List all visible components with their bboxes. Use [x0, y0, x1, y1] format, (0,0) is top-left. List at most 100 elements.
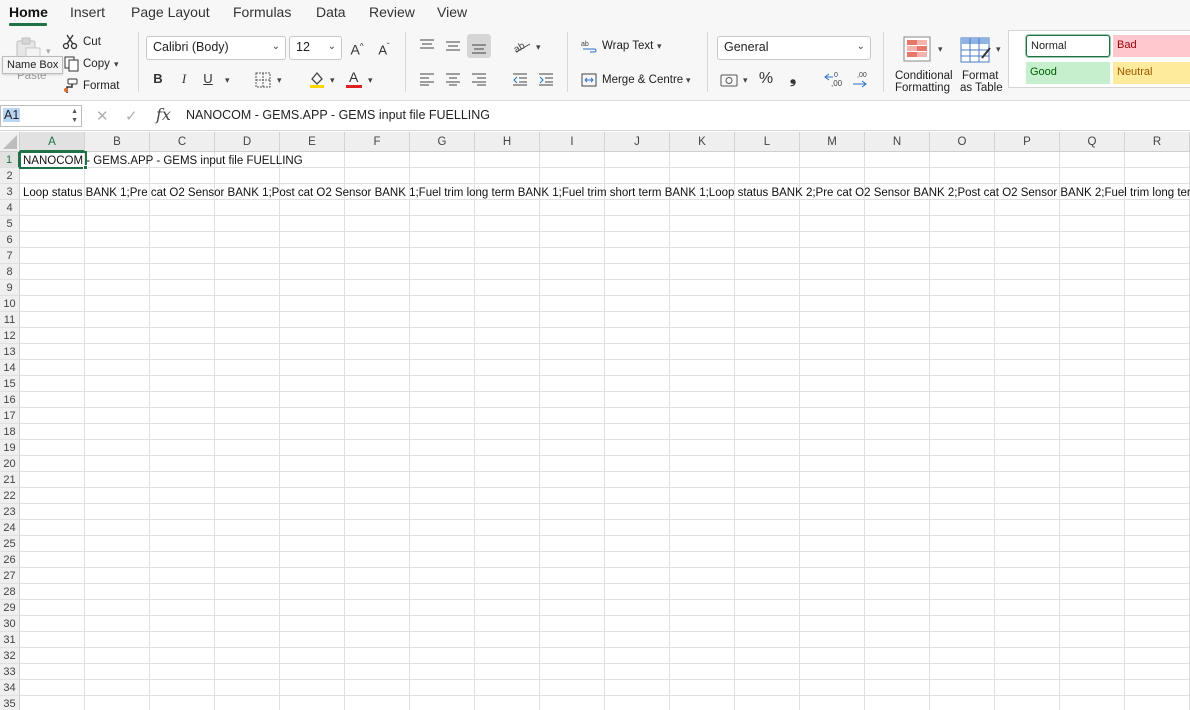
- cancel-icon[interactable]: ✕: [96, 107, 109, 125]
- font-size-select[interactable]: 12 ⌄: [289, 36, 342, 60]
- row-header-10[interactable]: 10: [0, 296, 20, 312]
- column-header-g[interactable]: G: [410, 132, 475, 152]
- decrease-font-size-icon[interactable]: Aˇ: [375, 38, 393, 59]
- name-box[interactable]: A1 ▲ ▼: [0, 105, 82, 127]
- orientation-dropdown-icon[interactable]: ▾: [536, 42, 541, 53]
- merge-centre-button[interactable]: Merge & Centre ▾: [581, 72, 696, 90]
- row-header-3[interactable]: 3: [0, 184, 20, 200]
- tab-home[interactable]: Home: [9, 4, 48, 20]
- percent-style-button[interactable]: %: [757, 70, 775, 88]
- align-right-icon[interactable]: [471, 72, 487, 86]
- row-header-19[interactable]: 19: [0, 440, 20, 456]
- row-header-28[interactable]: 28: [0, 584, 20, 600]
- row-header-23[interactable]: 23: [0, 504, 20, 520]
- row-header-2[interactable]: 2: [0, 168, 20, 184]
- font-color-dropdown-icon[interactable]: ▾: [368, 75, 373, 86]
- fill-color-dropdown-icon[interactable]: ▾: [330, 75, 335, 86]
- copy-dropdown-icon[interactable]: ▾: [114, 59, 119, 70]
- column-header-e[interactable]: E: [280, 132, 345, 152]
- align-left-icon[interactable]: [419, 72, 435, 86]
- column-header-f[interactable]: F: [345, 132, 410, 152]
- row-header-35[interactable]: 35: [0, 696, 20, 710]
- column-header-l[interactable]: L: [735, 132, 800, 152]
- column-header-k[interactable]: K: [670, 132, 735, 152]
- row-header-21[interactable]: 21: [0, 472, 20, 488]
- row-header-30[interactable]: 30: [0, 616, 20, 632]
- wrap-text-dropdown-icon[interactable]: ▾: [657, 41, 662, 52]
- conditional-formatting-button[interactable]: ▾ Conditional Formatting: [893, 34, 953, 100]
- style-neutral[interactable]: Neutral: [1113, 62, 1190, 84]
- align-middle-icon[interactable]: [445, 38, 461, 52]
- row-header-24[interactable]: 24: [0, 520, 20, 536]
- cell-a3[interactable]: Loop status BANK 1;Pre cat O2 Sensor BAN…: [23, 185, 1190, 201]
- fill-color-icon[interactable]: [308, 70, 326, 88]
- row-header-16[interactable]: 16: [0, 392, 20, 408]
- column-header-b[interactable]: B: [85, 132, 150, 152]
- row-header-29[interactable]: 29: [0, 600, 20, 616]
- format-as-table-button[interactable]: ▾ Format as Table: [958, 34, 1008, 100]
- row-header-5[interactable]: 5: [0, 216, 20, 232]
- select-all-corner[interactable]: [0, 132, 20, 152]
- orientation-icon[interactable]: ab: [512, 38, 532, 54]
- tab-formulas[interactable]: Formulas: [233, 4, 291, 20]
- column-header-m[interactable]: M: [800, 132, 865, 152]
- row-header-12[interactable]: 12: [0, 328, 20, 344]
- row-header-13[interactable]: 13: [0, 344, 20, 360]
- font-family-select[interactable]: Calibri (Body) ⌄: [146, 36, 286, 60]
- column-header-c[interactable]: C: [150, 132, 215, 152]
- align-top-icon[interactable]: [419, 38, 435, 52]
- increase-indent-icon[interactable]: [538, 72, 554, 86]
- row-header-7[interactable]: 7: [0, 248, 20, 264]
- underline-button[interactable]: U: [200, 70, 216, 88]
- worksheet-grid[interactable]: ABCDEFGHIJKLMNOPQR 1 2 3 4 5 6 7 8 9 10 11 12 13 14 15…: [0, 132, 1190, 710]
- style-bad[interactable]: Bad: [1113, 35, 1190, 57]
- row-header-20[interactable]: 20: [0, 456, 20, 472]
- decrease-indent-icon[interactable]: [512, 72, 528, 86]
- number-format-select[interactable]: General ⌄: [717, 36, 871, 60]
- column-header-h[interactable]: H: [475, 132, 540, 152]
- column-header-q[interactable]: Q: [1060, 132, 1125, 152]
- row-header-34[interactable]: 34: [0, 680, 20, 696]
- row-header-31[interactable]: 31: [0, 632, 20, 648]
- style-normal[interactable]: Normal: [1026, 35, 1110, 57]
- row-header-8[interactable]: 8: [0, 264, 20, 280]
- tab-review[interactable]: Review: [369, 4, 415, 20]
- column-header-j[interactable]: J: [605, 132, 670, 152]
- decrease-decimal-icon[interactable]: ,00: [850, 70, 872, 88]
- tab-view[interactable]: View: [437, 4, 467, 20]
- copy-button[interactable]: Copy ▾: [62, 56, 124, 74]
- underline-dropdown-icon[interactable]: ▾: [225, 75, 230, 86]
- column-header-r[interactable]: R: [1125, 132, 1190, 152]
- row-header-15[interactable]: 15: [0, 376, 20, 392]
- column-header-d[interactable]: D: [215, 132, 280, 152]
- row-header-4[interactable]: 4: [0, 200, 20, 216]
- row-header-32[interactable]: 32: [0, 648, 20, 664]
- enter-check-icon[interactable]: ✓: [125, 107, 138, 125]
- accounting-format-icon[interactable]: [720, 72, 738, 88]
- merge-dropdown-icon[interactable]: ▾: [686, 75, 691, 86]
- increase-decimal-icon[interactable]: ,00 0: [823, 70, 845, 88]
- tab-data[interactable]: Data: [316, 4, 346, 20]
- row-header-33[interactable]: 33: [0, 664, 20, 680]
- row-header-9[interactable]: 9: [0, 280, 20, 296]
- italic-button[interactable]: I: [176, 70, 192, 88]
- align-bottom-button[interactable]: [467, 34, 491, 58]
- insert-function-icon[interactable]: fx: [156, 105, 171, 124]
- column-header-i[interactable]: I: [540, 132, 605, 152]
- accounting-dropdown-icon[interactable]: ▾: [743, 75, 748, 86]
- borders-dropdown-icon[interactable]: ▾: [277, 75, 282, 86]
- row-header-17[interactable]: 17: [0, 408, 20, 424]
- tab-insert[interactable]: Insert: [70, 4, 105, 20]
- formula-input[interactable]: NANOCOM - GEMS.APP - GEMS input file FUE…: [186, 108, 490, 122]
- comma-style-button[interactable]: ❟: [785, 70, 801, 88]
- row-header-26[interactable]: 26: [0, 552, 20, 568]
- row-header-25[interactable]: 25: [0, 536, 20, 552]
- column-header-o[interactable]: O: [930, 132, 995, 152]
- name-box-stepper-icon[interactable]: ▲ ▼: [71, 107, 78, 125]
- row-header-1[interactable]: 1: [0, 152, 20, 168]
- column-header-n[interactable]: N: [865, 132, 930, 152]
- fill-handle[interactable]: [83, 165, 88, 170]
- column-header-a[interactable]: A: [20, 132, 85, 152]
- align-center-icon[interactable]: [445, 72, 461, 86]
- borders-icon[interactable]: [255, 72, 271, 88]
